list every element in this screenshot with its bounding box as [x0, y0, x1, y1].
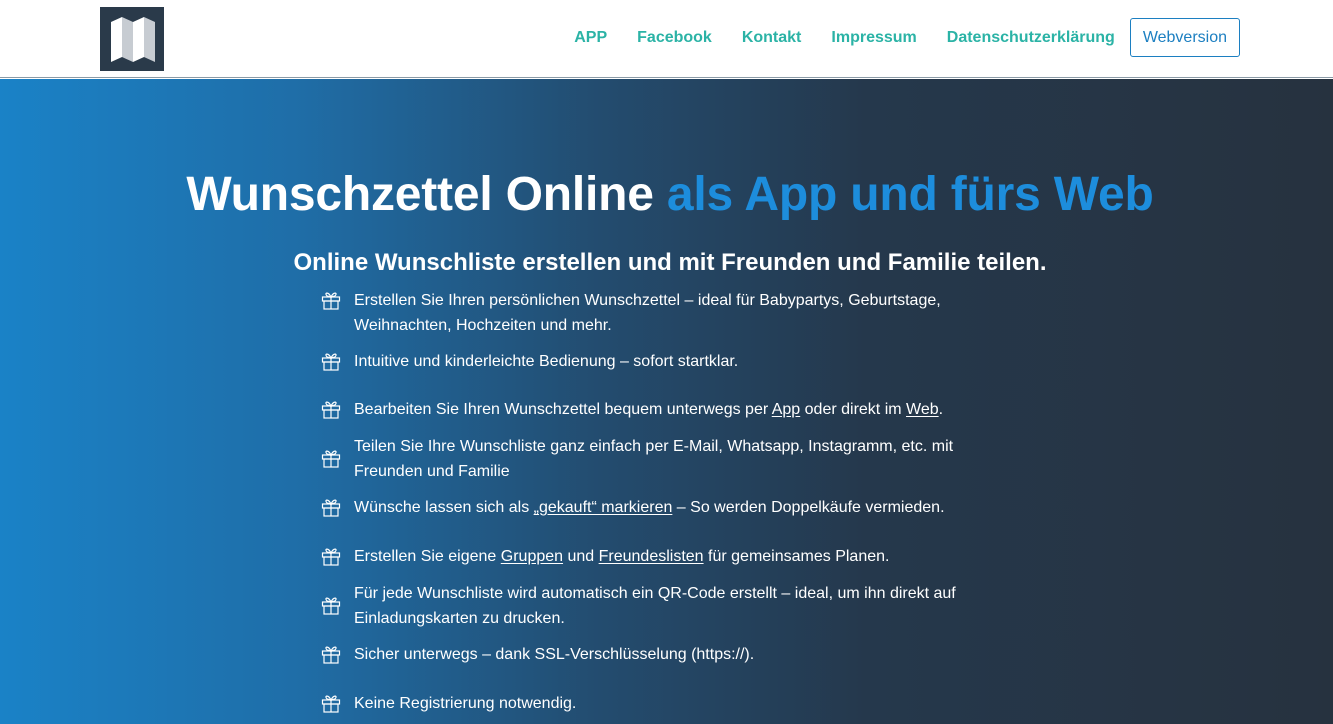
webversion-button[interactable]: Webversion	[1129, 18, 1240, 57]
gift-icon	[321, 450, 341, 468]
gruppen-link[interactable]: Gruppen	[501, 548, 563, 565]
feature-text-part: für gemeinsames Planen.	[703, 548, 890, 565]
list-item: Teilen Sie Ihre Wunschliste ganz einfach…	[320, 435, 980, 484]
list-item: Erstellen Sie eigene Gruppen und Freunde…	[320, 545, 980, 570]
feature-text: Erstellen Sie Ihren persönlichen Wunschz…	[354, 289, 974, 338]
feature-text-part: – So werden Doppelkäufe vermieden.	[672, 499, 945, 516]
feature-text-part: Erstellen Sie eigene	[354, 548, 501, 565]
feature-text-line: Erstellen Sie Ihren persönlichen Wunschz…	[354, 292, 941, 309]
freundeslisten-link[interactable]: Freundeslisten	[599, 548, 704, 565]
list-item: Wünsche lassen sich als „gekauft“ markie…	[320, 496, 980, 521]
gift-icon	[321, 597, 341, 615]
page-subtitle: Online Wunschliste erstellen und mit Fre…	[293, 249, 1047, 276]
nav-link-facebook[interactable]: Facebook	[637, 18, 712, 57]
feature-text-line: Teilen Sie Ihre Wunschliste ganz einfach…	[354, 438, 954, 455]
feature-text: Für jede Wunschliste wird automatisch ei…	[354, 582, 974, 631]
feature-text: Teilen Sie Ihre Wunschliste ganz einfach…	[354, 435, 974, 484]
list-item: Für jede Wunschliste wird automatisch ei…	[320, 582, 980, 631]
list-item: Erstellen Sie Ihren persönlichen Wunschz…	[320, 289, 980, 338]
list-item: Bearbeiten Sie Ihren Wunschzettel bequem…	[320, 398, 980, 423]
app-link[interactable]: App	[772, 401, 800, 418]
gift-icon	[321, 499, 341, 517]
gift-icon	[321, 646, 341, 664]
feature-text: Sicher unterwegs – dank SSL-Verschlüssel…	[354, 646, 755, 663]
list-item: Keine Registrierung notwendig.	[320, 692, 980, 717]
gift-icon	[321, 292, 341, 310]
folded-map-icon	[111, 17, 155, 62]
gift-icon	[321, 695, 341, 713]
feature-text-part: oder direkt im	[800, 401, 907, 418]
feature-text-line: Einladungskarten zu drucken.	[354, 609, 565, 627]
page-title: Wunschzettel Online als App und fürs Web	[0, 167, 1333, 222]
title-accent: als App und fürs Web	[666, 168, 1154, 221]
feature-text: Intuitive und kinderleichte Bedienung – …	[354, 353, 739, 370]
feature-text: Keine Registrierung notwendig.	[354, 695, 577, 712]
gift-icon	[321, 548, 341, 566]
web-link[interactable]: Web	[906, 401, 939, 418]
list-item: Intuitive und kinderleichte Bedienung – …	[320, 350, 980, 375]
feature-text-part: Bearbeiten Sie Ihren Wunschzettel bequem…	[354, 401, 772, 418]
list-item: Sicher unterwegs – dank SSL-Verschlüssel…	[320, 643, 980, 668]
feature-text-line: Freunden und Familie	[354, 462, 510, 480]
nav-link-impressum[interactable]: Impressum	[831, 18, 916, 57]
site-logo[interactable]	[100, 7, 164, 71]
feature-text: Erstellen Sie eigene Gruppen und Freunde…	[354, 545, 974, 570]
nav-link-datenschutz[interactable]: Datenschutzerklärung	[947, 18, 1115, 57]
top-navigation-bar: APP Facebook Kontakt Impressum Datenschu…	[0, 0, 1333, 78]
feature-text: Bearbeiten Sie Ihren Wunschzettel bequem…	[354, 398, 974, 423]
feature-text-line: Für jede Wunschliste wird automatisch ei…	[354, 585, 956, 602]
feature-text: Wünsche lassen sich als „gekauft“ markie…	[354, 496, 974, 521]
hero-section: Wunschzettel Online als App und fürs Web…	[0, 79, 1333, 724]
feature-text-part: .	[938, 401, 944, 418]
main-nav: APP Facebook Kontakt Impressum Datenschu…	[574, 18, 1240, 57]
feature-text-part: Wünsche lassen sich als	[354, 499, 534, 516]
title-main: Wunschzettel Online	[186, 168, 654, 221]
nav-link-app[interactable]: APP	[574, 18, 607, 57]
feature-text-part: und	[563, 548, 599, 565]
feature-text-line: Weihnachten, Hochzeiten und mehr.	[354, 316, 612, 334]
gift-icon	[321, 401, 341, 419]
gift-icon	[321, 353, 341, 371]
gekauft-markieren-link[interactable]: „gekauft“ markieren	[534, 499, 673, 516]
nav-link-kontakt[interactable]: Kontakt	[742, 18, 802, 57]
